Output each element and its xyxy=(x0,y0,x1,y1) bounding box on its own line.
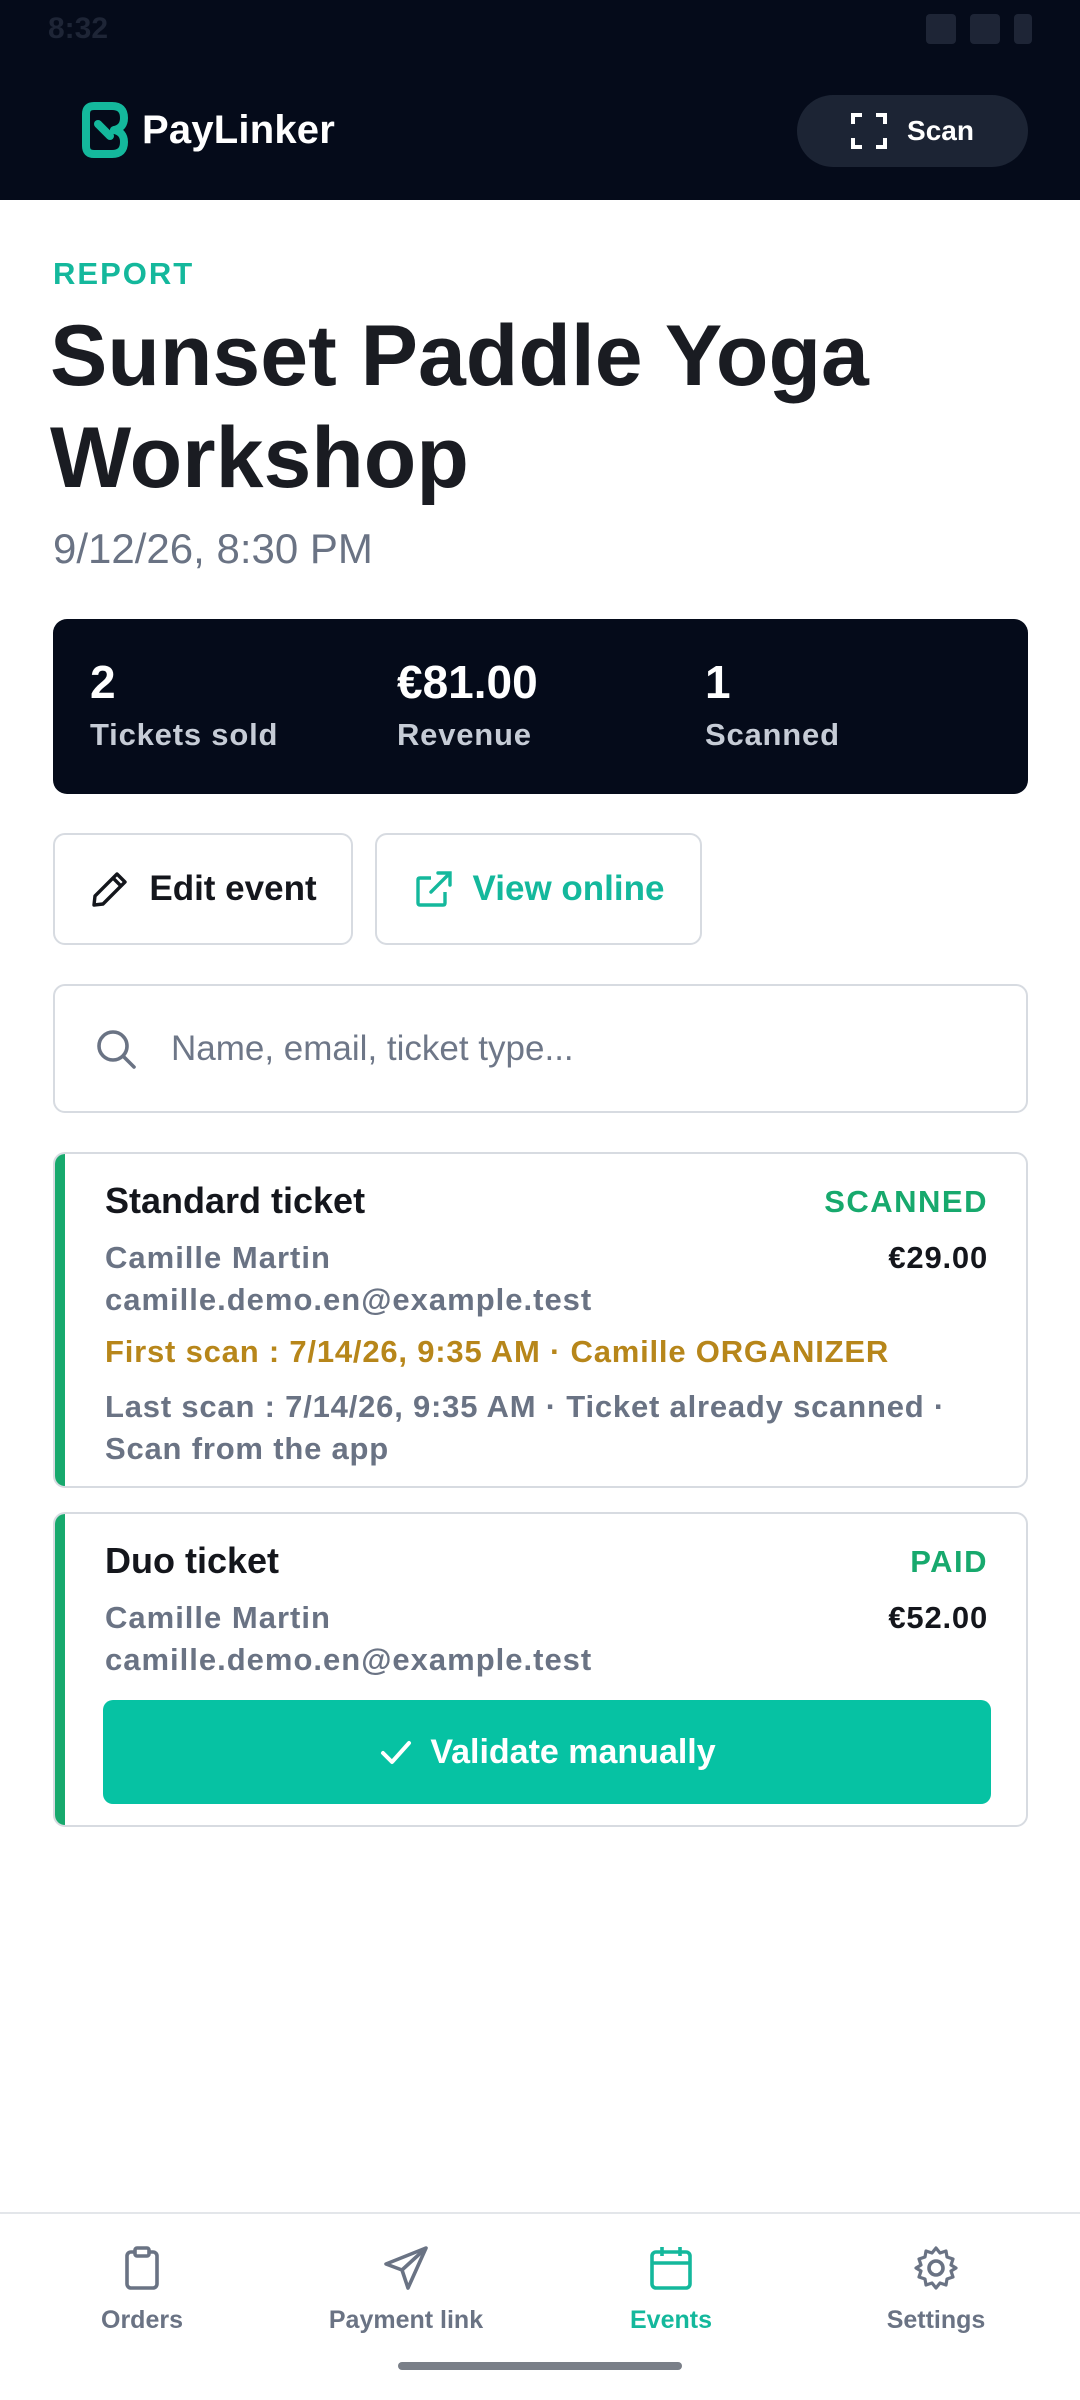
status-bar: 8:32 xyxy=(0,0,1080,60)
report-kicker: REPORT xyxy=(53,256,195,291)
clipboard-icon xyxy=(125,2246,159,2290)
calendar-icon xyxy=(650,2247,692,2290)
nav-events[interactable]: Events xyxy=(551,2244,791,2335)
ticket-email: camille.demo.en@example.test xyxy=(105,1282,593,1317)
status-accent-bar xyxy=(55,1514,65,1825)
stat-label: Revenue xyxy=(397,717,532,752)
nav-label: Payment link xyxy=(328,2306,484,2334)
stat-label: Tickets sold xyxy=(90,717,279,752)
gear-icon xyxy=(914,2246,958,2290)
edit-event-label: Edit event xyxy=(149,869,317,908)
stats-panel: 2 Tickets sold €81.00 Revenue 1 Scanned xyxy=(53,619,1028,794)
status-badge: PAID xyxy=(910,1544,988,1579)
stat-value: €81.00 xyxy=(397,656,538,708)
signal-icon xyxy=(970,14,1000,44)
nav-label: Settings xyxy=(886,2306,986,2334)
status-badge: SCANNED xyxy=(824,1184,988,1219)
nav-orders[interactable]: Orders xyxy=(22,2244,262,2335)
status-accent-bar xyxy=(55,1154,65,1486)
nav-label: Orders xyxy=(101,2306,183,2334)
stat-tickets-sold: 2 Tickets sold xyxy=(90,655,278,753)
stat-value: 2 xyxy=(90,656,116,708)
search-input[interactable] xyxy=(171,1014,991,1084)
nav-settings[interactable]: Settings xyxy=(816,2244,1056,2335)
stat-label: Scanned xyxy=(705,717,840,752)
stat-value: 1 xyxy=(705,656,731,708)
validate-manually-label: Validate manually xyxy=(430,1732,716,1771)
validate-manually-button[interactable]: Validate manually xyxy=(103,1700,991,1804)
app-name: PayLinker xyxy=(142,107,336,152)
search-icon xyxy=(97,1030,136,1069)
ticket-card[interactable]: Standard ticket SCANNED Camille Martin €… xyxy=(53,1152,1028,1488)
checkmark-icon xyxy=(381,1741,412,1764)
first-scan-info: First scan : 7/14/26, 9:35 AM · Camille … xyxy=(105,1334,890,1369)
paylinker-logo-icon xyxy=(82,102,128,158)
scan-button[interactable]: Scan xyxy=(797,95,1028,167)
stat-scanned: 1 Scanned xyxy=(705,655,840,753)
last-scan-info: Last scan : 7/14/26, 9:35 AM · Ticket al… xyxy=(105,1389,946,1466)
scan-button-label: Scan xyxy=(907,115,974,146)
ticket-card[interactable]: Duo ticket PAID Camille Martin €52.00 ca… xyxy=(53,1512,1028,1827)
status-icons xyxy=(926,14,1032,44)
send-icon xyxy=(384,2246,428,2290)
bottom-navigation: Orders Payment link Events Settings xyxy=(0,2212,1080,2400)
event-date: 9/12/26, 8:30 PM xyxy=(53,525,373,572)
battery-icon xyxy=(1014,14,1032,44)
event-title: Sunset Paddle Yoga Workshop xyxy=(50,308,869,506)
pencil-icon xyxy=(92,872,128,907)
ticket-holder: Camille Martin xyxy=(105,1600,331,1635)
nav-label: Events xyxy=(630,2306,712,2334)
search-box[interactable] xyxy=(53,984,1028,1113)
external-link-icon xyxy=(415,871,452,907)
status-time: 8:32 xyxy=(48,12,109,45)
ticket-email: camille.demo.en@example.test xyxy=(105,1642,593,1677)
ticket-type: Standard ticket xyxy=(105,1180,366,1221)
nav-payment-link[interactable]: Payment link xyxy=(286,2244,526,2335)
view-online-label: View online xyxy=(472,869,665,908)
ticket-price: €29.00 xyxy=(888,1240,988,1275)
app-header: 8:32 PayLinker Scan xyxy=(0,0,1080,200)
ticket-type: Duo ticket xyxy=(105,1540,280,1581)
ticket-holder: Camille Martin xyxy=(105,1240,331,1275)
wifi-icon xyxy=(926,14,956,44)
brand-logo: PayLinker xyxy=(82,100,335,160)
scan-frame-icon xyxy=(851,113,888,149)
stat-revenue: €81.00 Revenue xyxy=(397,655,538,753)
edit-event-button[interactable]: Edit event xyxy=(53,833,353,945)
home-indicator[interactable] xyxy=(398,2362,682,2370)
ticket-price: €52.00 xyxy=(888,1600,988,1635)
view-online-button[interactable]: View online xyxy=(375,833,702,945)
